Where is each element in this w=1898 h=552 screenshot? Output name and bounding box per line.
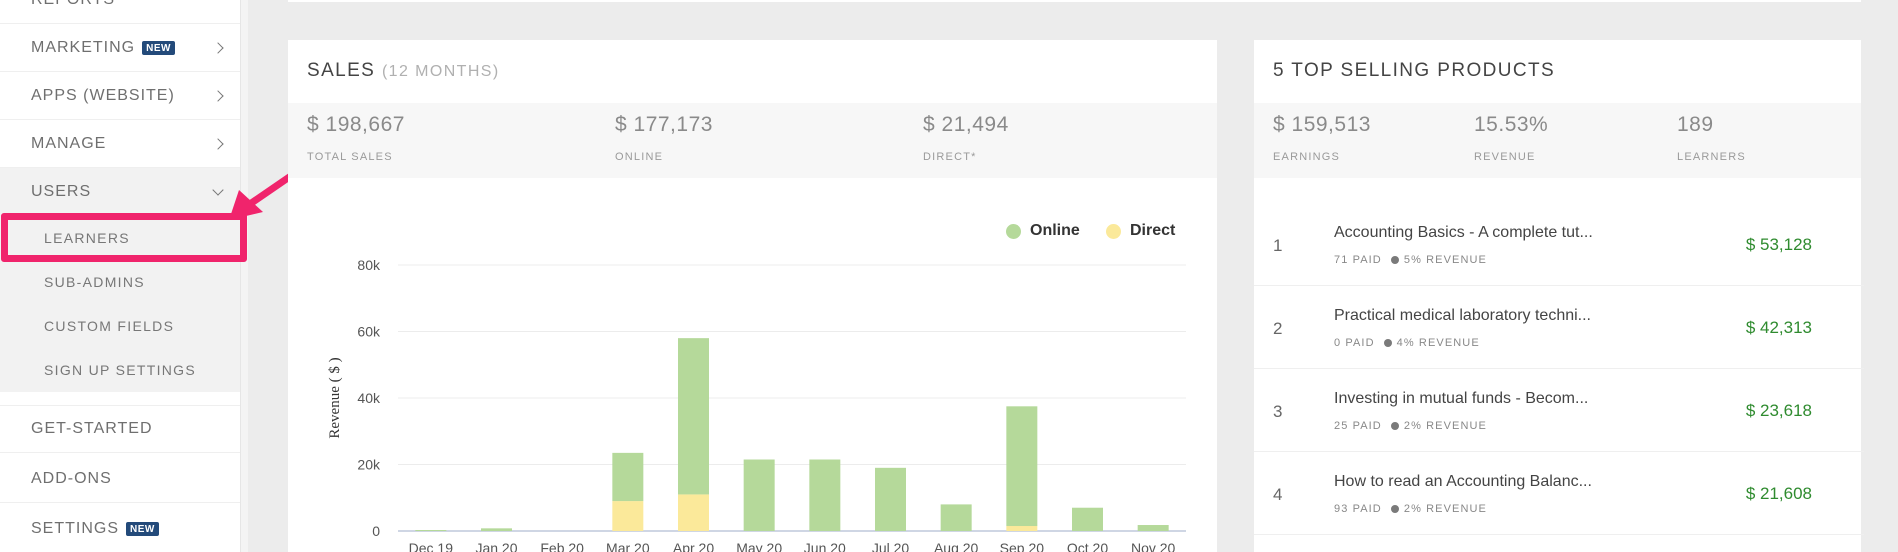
stat-label: LEARNERS [1677, 151, 1746, 163]
chevron-right-icon [212, 137, 224, 150]
sidebar-item-users[interactable]: USERS [0, 168, 240, 216]
sales-subtitle: (12 MONTHS) [381, 63, 500, 80]
sidebar-item-label: SETTINGS [31, 519, 120, 537]
sidebar-item-label: REPORTS [31, 0, 115, 9]
product-rank: 4 [1273, 485, 1283, 504]
product-row[interactable]: 3 Investing in mutual funds - Becom... 2… [1254, 369, 1864, 452]
stat-label: ONLINE [615, 151, 664, 163]
chevron-right-icon [212, 89, 224, 102]
product-amount: $ 23,618 [1745, 401, 1812, 420]
product-paid: 25 PAID [1334, 420, 1382, 432]
sidebar-item-settings[interactable]: SETTINGS NEW [0, 505, 240, 552]
sidebar-item-marketing[interactable]: MARKETING NEW [0, 24, 240, 72]
legend-direct[interactable]: Direct [1106, 222, 1175, 240]
sidebar-item-label: ADD-ONS [31, 469, 112, 487]
stat-value: $ 159,513 [1273, 113, 1371, 136]
sales-stats-bar: $ 198,667 TOTAL SALES $ 177,173 ONLINE $… [288, 103, 1217, 178]
sales-title: SALES (12 MONTHS) [307, 60, 500, 82]
stat-label: TOTAL SALES [307, 151, 393, 163]
sales-panel: SALES (12 MONTHS) $ 198,667 TOTAL SALES … [288, 40, 1217, 552]
product-name[interactable]: Practical medical laboratory techni... [1334, 307, 1591, 325]
sidebar: REPORTS MARKETING NEW APPS (WEBSITE) MAN… [0, 0, 240, 552]
stat-value: $ 177,173 [615, 113, 713, 136]
app-root: REPORTS MARKETING NEW APPS (WEBSITE) MAN… [0, 0, 1898, 552]
product-revenue: 2% REVENUE [1403, 503, 1487, 515]
product-revenue: 5% REVENUE [1403, 254, 1487, 266]
stat-value: $ 21,494 [923, 113, 1009, 136]
dot-icon [1390, 505, 1399, 513]
product-meta: 93 PAID 2% REVENUE [1334, 503, 1487, 515]
sidebar-scroll-edge[interactable] [240, 0, 248, 552]
legend-online[interactable]: Online [1006, 222, 1080, 240]
stat-label: EARNINGS [1273, 151, 1341, 163]
submenu-item-sign-up-settings[interactable]: SIGN UP SETTINGS [0, 348, 240, 392]
product-revenue: 4% REVENUE [1396, 337, 1480, 349]
submenu-item-learners[interactable]: LEARNERS [0, 216, 240, 260]
product-row[interactable]: 2 Practical medical laboratory techni...… [1254, 286, 1864, 369]
product-rank: 2 [1273, 319, 1283, 338]
product-rank: 1 [1273, 236, 1283, 255]
sidebar-item-label: APPS (WEBSITE) [31, 86, 175, 104]
product-name[interactable]: Investing in mutual funds - Becom... [1334, 390, 1588, 408]
new-badge: NEW [126, 521, 159, 536]
product-meta: 25 PAID 2% REVENUE [1334, 420, 1487, 432]
product-row[interactable]: 1 Accounting Basics - A complete tut... … [1254, 203, 1864, 286]
top-products-panel: 5 TOP SELLING PRODUCTS $ 159,513 EARNING… [1254, 40, 1864, 552]
stat-label: DIRECT* [923, 151, 977, 163]
dot-icon [1383, 339, 1392, 347]
new-badge: NEW [142, 40, 175, 55]
sidebar-item-apps[interactable]: APPS (WEBSITE) [0, 72, 240, 120]
chevron-right-icon [212, 41, 224, 54]
top-panel-edge [288, 0, 1861, 2]
submenu-item-custom-fields[interactable]: CUSTOM FIELDS [0, 304, 240, 348]
product-paid: 0 PAID [1334, 337, 1375, 349]
product-name[interactable]: Accounting Basics - A complete tut... [1334, 224, 1593, 242]
product-amount: $ 21,608 [1745, 484, 1812, 503]
submenu-item-sub-admins[interactable]: SUB-ADMINS [0, 260, 240, 304]
stat-value: $ 198,667 [307, 113, 405, 136]
product-paid: 71 PAID [1334, 254, 1382, 266]
sidebar-item-reports[interactable]: REPORTS [0, 0, 240, 24]
product-row[interactable]: 4 How to read an Accounting Balanc... 93… [1254, 452, 1864, 535]
product-rank: 3 [1273, 402, 1283, 421]
product-revenue: 2% REVENUE [1403, 420, 1487, 432]
sidebar-item-add-ons[interactable]: ADD-ONS [0, 455, 240, 503]
product-meta: 0 PAID 4% REVENUE [1334, 337, 1480, 349]
stat-label: REVENUE [1474, 151, 1536, 163]
product-paid: 93 PAID [1334, 503, 1382, 515]
dot-icon [1390, 422, 1399, 430]
sidebar-item-label: MANAGE [31, 134, 107, 152]
product-amount: $ 42,313 [1745, 318, 1812, 337]
stat-value: 189 [1677, 113, 1714, 136]
products-title: 5 TOP SELLING PRODUCTS [1273, 60, 1556, 81]
dot-icon [1390, 256, 1399, 264]
sidebar-item-label: MARKETING [31, 38, 136, 56]
stat-value: 15.53% [1474, 113, 1549, 136]
legend-label: Online [1030, 222, 1080, 239]
chevron-down-icon [212, 183, 224, 196]
legend-dot-icon [1106, 223, 1121, 239]
sidebar-item-label: USERS [31, 182, 92, 200]
sidebar-item-manage[interactable]: MANAGE [0, 120, 240, 168]
legend-label: Direct [1130, 222, 1176, 239]
sales-title-text: SALES [307, 60, 376, 81]
product-name[interactable]: How to read an Accounting Balanc... [1334, 473, 1592, 491]
products-stats-bar: $ 159,513 EARNINGS 15.53% REVENUE 189 LE… [1254, 103, 1861, 178]
sidebar-item-get-started[interactable]: GET-STARTED [0, 405, 240, 453]
users-submenu: LEARNERS SUB-ADMINS CUSTOM FIELDS SIGN U… [0, 216, 240, 392]
legend-dot-icon [1006, 223, 1021, 239]
product-meta: 71 PAID 5% REVENUE [1334, 254, 1487, 266]
sidebar-item-label: GET-STARTED [31, 420, 153, 437]
product-amount: $ 53,128 [1745, 235, 1812, 254]
